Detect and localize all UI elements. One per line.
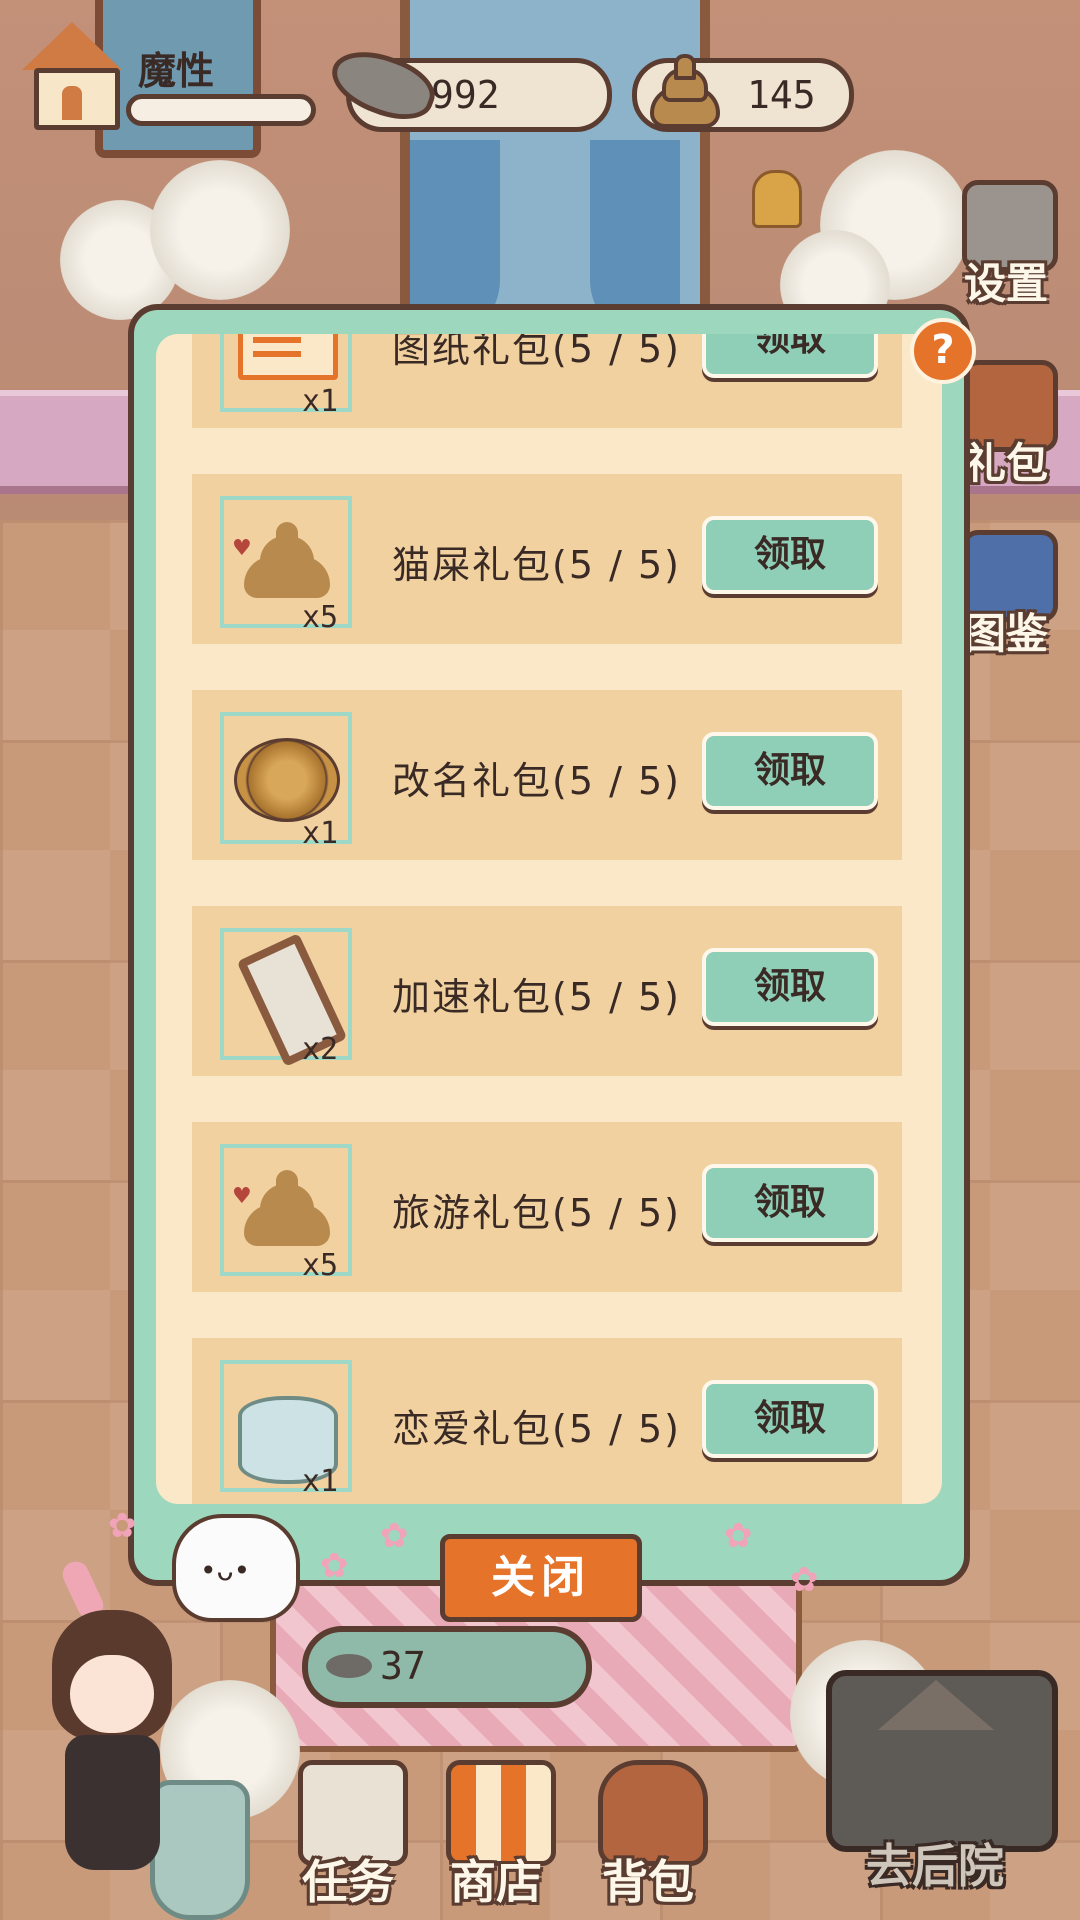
house-roof: [878, 1680, 994, 1730]
pack-name: 猫屎礼包(5 / 5): [392, 543, 681, 587]
pack-quantity: x1: [302, 816, 339, 851]
backpack-label: 背包: [602, 1855, 694, 1909]
backpack-button[interactable]: 背包: [584, 1760, 712, 1910]
claim-button[interactable]: 领取: [702, 334, 878, 378]
paw-print-icon: ✿: [724, 1516, 753, 1556]
pack-thumbnail: x1: [220, 712, 352, 851]
pack-quantity: x1: [302, 384, 339, 419]
gift-pack-row: x1 改名礼包(5 / 5) 领取: [192, 690, 902, 860]
blueprint-icon: [238, 334, 338, 380]
task-button[interactable]: 任务: [284, 1760, 412, 1910]
shop-button[interactable]: 商店: [432, 1760, 560, 1910]
pack-name: 图纸礼包(5 / 5): [392, 334, 681, 371]
fish-currency-value: 992: [431, 73, 500, 117]
pack-quantity: x5: [302, 1248, 339, 1283]
girl-body: [65, 1735, 160, 1870]
fish-icon: [326, 1654, 372, 1678]
paw-print-icon: ✿: [380, 1516, 409, 1556]
pack-quantity: x5: [302, 600, 339, 635]
white-cat-icon: [172, 1514, 300, 1622]
gift-pack-row: x1 恋爱礼包(5 / 5) 领取: [192, 1338, 902, 1504]
settings-button[interactable]: 设置: [950, 180, 1062, 308]
paw-print-icon: ✿: [320, 1546, 349, 1586]
player-level-bar: [126, 94, 316, 126]
pack-name: 改名礼包(5 / 5): [392, 759, 681, 803]
bell-icon: [752, 170, 802, 228]
home-icon[interactable]: [22, 22, 122, 130]
gift-pack-row: ♥ x5 猫屎礼包(5 / 5) 领取: [192, 474, 902, 644]
paw-print-icon: ✿: [108, 1506, 137, 1546]
shop-label: 商店: [450, 1855, 542, 1909]
backyard-button[interactable]: 去后院: [810, 1670, 1060, 1900]
home-roof: [22, 22, 122, 70]
pack-name: 恋爱礼包(5 / 5): [392, 1407, 681, 1451]
claim-button[interactable]: 领取: [702, 1380, 878, 1458]
fish-income-bar[interactable]: 37: [302, 1626, 592, 1708]
help-button[interactable]: ?: [910, 318, 976, 384]
claim-button[interactable]: 领取: [702, 948, 878, 1026]
pack-thumbnail: x1: [220, 334, 352, 419]
paw-print-icon: ✿: [790, 1560, 819, 1600]
pack-quantity: x1: [302, 1464, 339, 1499]
shopkeeper-girl[interactable]: [30, 1557, 190, 1900]
claim-button[interactable]: 领取: [702, 1164, 878, 1242]
close-button[interactable]: 关闭: [440, 1534, 642, 1622]
pack-thumbnail: x2: [220, 928, 352, 1067]
gift-pack-list-viewport[interactable]: x1 图纸礼包(5 / 5) 领取 ♥ x5 猫屎礼包(5 / 5) 领取 x1…: [156, 334, 942, 1504]
cat-poop-icon: ♥: [232, 522, 330, 602]
backyard-label: 去后院: [866, 1839, 1004, 1893]
daisy-decoration: [150, 160, 290, 300]
pack-thumbnail: ♥ x5: [220, 1144, 352, 1283]
cat-poop-icon: [644, 54, 720, 128]
settings-label: 设置: [963, 259, 1048, 308]
gift-pack-row: x1 图纸礼包(5 / 5) 领取: [192, 334, 902, 428]
claim-button[interactable]: 领取: [702, 516, 878, 594]
girl-face: [70, 1655, 154, 1733]
gift-pack-row: ♥ x5 旅游礼包(5 / 5) 领取: [192, 1122, 902, 1292]
fish-income-value: 37: [380, 1644, 426, 1688]
player-name: 魔性: [138, 49, 215, 93]
claim-button[interactable]: 领取: [702, 732, 878, 810]
pack-quantity: x2: [302, 1032, 339, 1067]
pack-thumbnail: x1: [220, 1360, 352, 1499]
pack-name: 加速礼包(5 / 5): [392, 975, 681, 1019]
gift-pack-row: x2 加速礼包(5 / 5) 领取: [192, 906, 902, 1076]
poop-currency-value: 145: [747, 73, 816, 117]
gift-pack-panel: x1 图纸礼包(5 / 5) 领取 ♥ x5 猫屎礼包(5 / 5) 领取 x1…: [128, 304, 970, 1586]
home-door: [62, 86, 82, 120]
task-label: 任务: [302, 1855, 394, 1909]
cat-poop-icon: ♥: [232, 1170, 330, 1250]
pack-name: 旅游礼包(5 / 5): [392, 1191, 681, 1235]
pack-thumbnail: ♥ x5: [220, 496, 352, 635]
rename-medal-icon: [234, 738, 340, 822]
